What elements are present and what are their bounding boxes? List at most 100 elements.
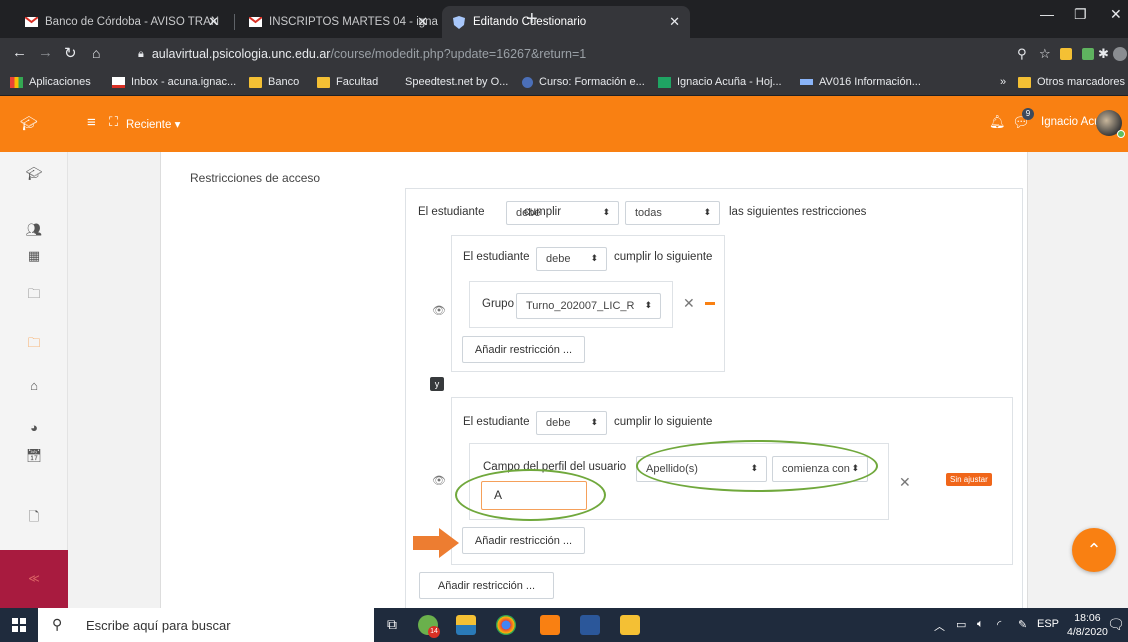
set2-prefix: El estudiante [463,416,530,428]
close-tab-icon[interactable]: ✕ [208,14,219,30]
delete-condition-icon[interactable]: ✕ [899,474,911,491]
pen-icon[interactable]: ✎ [1018,618,1027,631]
grades-table-icon[interactable]: ▦ [0,248,68,264]
zoom-icon[interactable]: ⚲ [1017,46,1027,62]
select-caret-icon: ⬍ [590,417,598,427]
bookmark-curso[interactable]: Curso: Formación e... [522,76,645,88]
task-view-icon[interactable]: ⧉ [387,616,397,633]
folder-icon [317,76,330,88]
forward-icon[interactable]: → [38,44,53,61]
other-bookmarks[interactable]: Otros marcadores [1018,76,1125,88]
set1-suffix: cumplir lo siguiente [614,251,713,263]
maximize-icon[interactable]: ❐ [1074,6,1087,23]
eye-icon[interactable]: 👁︎ [432,304,446,317]
file-icon[interactable]: 🗋 [0,508,68,530]
windows-taskbar: ⚲ Escribe aquí para buscar ⧉ 14 ︿ ▭ 🔈︎ ◜… [0,608,1128,642]
moodle-navbar: 🎓︎ ≡ ⛶ Reciente ▾ 🔔︎ 💬︎ 9 Ignacio Acuña [0,96,1128,152]
close-window-icon[interactable]: ✕ [1110,6,1122,23]
moodle-app-icon[interactable] [540,615,560,635]
extensions-puzzle-icon[interactable]: ✱ [1098,46,1109,62]
taskbar-clock[interactable]: 18:06 4/8/2020 [1067,611,1108,639]
bookmark-speedtest[interactable]: Speedtest.net by O... [405,76,508,88]
action-center-icon[interactable]: 🗨︎ [1107,616,1125,633]
scroll-to-top-button[interactable]: ⌃ [1072,528,1116,572]
sheets-icon [658,76,671,88]
tab-banco[interactable]: Banco de Córdoba - AVISO TRAN ✕ [14,6,229,38]
set1-add-restriction-button[interactable]: Añadir restricción ... [462,336,585,363]
delete-condition-icon[interactable]: ✕ [683,295,695,312]
bookmark-banco[interactable]: Banco [249,76,299,88]
tab-label: Banco de Córdoba - AVISO TRAN [45,16,220,28]
home-icon[interactable]: ⌂ [92,45,100,61]
set2-add-restriction-button[interactable]: Añadir restricción ... [462,527,585,554]
close-tab-icon[interactable]: ✕ [669,14,680,30]
annotation-circle [455,469,606,521]
file-explorer-icon[interactable] [456,615,476,635]
close-tab-icon[interactable]: ✕ [417,14,428,30]
bookmark-av016[interactable]: AV016 Información... [800,76,921,88]
root-scope-select[interactable]: todas ⬍ [625,201,720,225]
eye-icon[interactable]: 👁︎ [432,474,446,487]
word-icon[interactable] [580,615,600,635]
hide-condition-icon[interactable] [705,302,715,305]
unc-icon [800,79,813,85]
participants-icon[interactable]: 👥︎ [0,222,68,238]
notification-bell-icon[interactable]: 🔔︎ [989,114,1006,130]
language-indicator[interactable]: ESP [1037,618,1059,630]
sticky-notes-icon[interactable] [620,615,640,635]
tab-editando[interactable]: Editando Cuestionario ✕ [442,6,690,38]
extension-icon[interactable] [1060,48,1072,60]
calendar-icon[interactable]: 📅︎ [0,448,68,464]
more-bookmarks-button[interactable]: » [1000,76,1006,88]
bookmark-apps[interactable]: Aplicaciones [10,76,91,88]
fullscreen-icon[interactable]: ⛶ [109,114,118,130]
chrome-icon[interactable] [496,615,516,635]
new-tab-icon[interactable]: + [526,8,538,31]
tray-up-arrow-icon[interactable]: ︿ [934,618,945,634]
folder-icon[interactable]: 🗀 [0,285,68,307]
url-path: /course/modedit.php?update=16267&return=… [330,47,587,61]
group-select[interactable]: Turno_202007_LIC_R ⬍ [516,293,661,319]
set2-suffix: cumplir lo siguiente [614,416,713,428]
extension-icon[interactable] [1082,48,1094,60]
wifi-icon[interactable]: ◜ [997,618,1001,631]
url-bar[interactable]: 🔒︎ aulavirtual.psicologia.unc.edu.ar/cou… [138,44,1008,64]
battery-icon[interactable]: ▭ [956,618,966,631]
add-restriction-button[interactable]: Añadir restricción ... [419,572,554,599]
minimize-icon[interactable]: — [1040,6,1054,22]
taskbar-search[interactable]: ⚲ Escribe aquí para buscar [38,608,374,642]
set1-must-select[interactable]: debe ⬍ [536,247,607,271]
bookmark-label: AV016 Información... [819,76,921,88]
bookmark-inbox[interactable]: Inbox - acuna.ignac... [112,76,236,88]
root-must-select[interactable]: debe ⬍ [506,201,619,225]
home-icon[interactable]: ⌂ [0,378,68,393]
bookmark-label: Speedtest.net by O... [405,76,509,88]
bookmark-ignacio[interactable]: Ignacio Acuña - Hoj... [658,76,782,88]
bookmark-facultad[interactable]: Facultad [317,76,378,88]
graduation-cap-icon[interactable]: 🎓︎ [20,115,38,132]
tab-label: INSCRIPTOS MARTES 04 - ignaci [269,16,438,28]
folder-icon [249,76,262,88]
tab-divider [234,14,235,30]
graduation-cap-icon[interactable]: 🎓︎ [0,166,68,182]
hamburger-menu-icon[interactable]: ≡ [87,114,96,131]
url-host: aulavirtual.psicologia.unc.edu.ar [151,47,331,61]
windows-start-icon[interactable] [12,618,26,632]
annotation-arrow-icon [413,528,459,558]
select-value: todas [635,207,662,219]
volume-icon[interactable]: 🔈︎ [977,618,984,631]
browser-toolbar: ← → ↻ ⌂ 🔒︎ aulavirtual.psicologia.unc.ed… [0,38,1128,70]
back-icon[interactable]: ← [12,44,27,61]
reload-icon[interactable]: ↻ [64,44,77,62]
gmail-icon [248,16,262,28]
dashboard-icon[interactable]: ◕ [0,420,68,435]
drawer-footer[interactable]: ≪ [0,550,68,608]
set2-must-select[interactable]: debe ⬍ [536,411,607,435]
online-status-dot [1117,130,1125,138]
folder-active-icon[interactable]: 🗀 [0,334,68,356]
bookmark-star-icon[interactable]: ☆ [1039,46,1051,62]
section-label: Restricciones de acceso [190,171,321,185]
recent-menu[interactable]: Reciente ▾ [126,117,180,131]
tab-inscriptos[interactable]: INSCRIPTOS MARTES 04 - ignaci ✕ [238,6,438,38]
profile-avatar-icon[interactable] [1113,47,1127,61]
